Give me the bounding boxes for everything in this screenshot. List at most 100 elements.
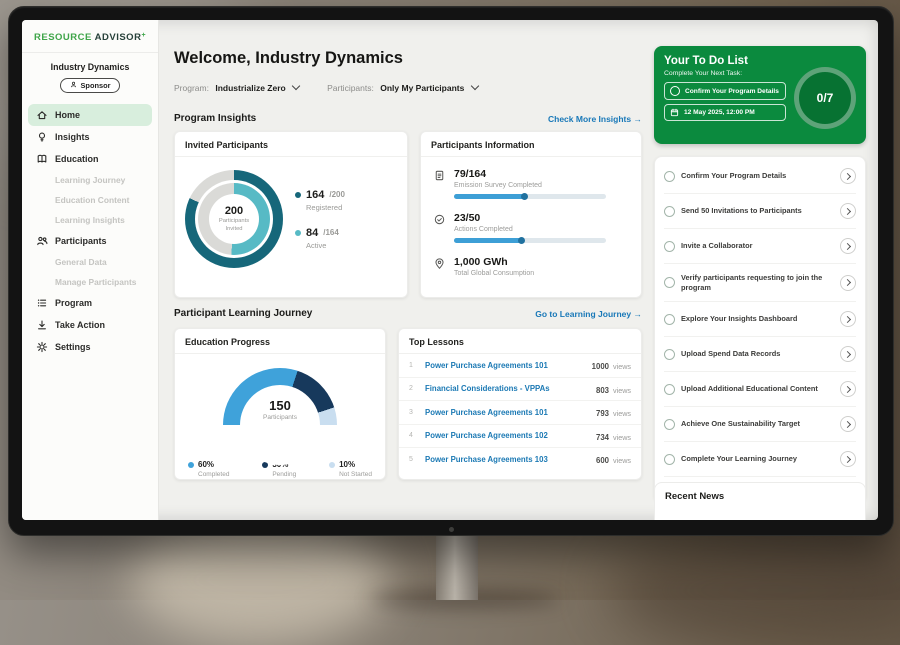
dashboard-screen: RESOURCE ADVISOR+ Industry Dynamics Spon…: [22, 20, 878, 520]
donut-center: 200 Participants Invited: [209, 194, 259, 244]
home-icon: [36, 109, 48, 121]
task-open-button[interactable]: [840, 275, 856, 291]
settings-icon: [36, 341, 48, 353]
todo-progress-text: 0/7: [817, 91, 834, 105]
todo-task-row: Achieve One Sustainability Target: [664, 407, 856, 442]
task-open-button[interactable]: [840, 451, 856, 467]
task-checkbox-icon[interactable]: [664, 314, 675, 325]
stat-actions-completed: 23/50 Actions Completed: [433, 212, 629, 243]
top-lessons-card: Top Lessons 1 Power Purchase Agreements …: [398, 328, 642, 480]
participants-filter[interactable]: Participants: Only My Participants: [327, 83, 478, 93]
task-checkbox-icon[interactable]: [664, 454, 675, 465]
learning-journey-title: Participant Learning Journey: [174, 308, 312, 319]
checkbox-circle-icon[interactable]: [670, 86, 680, 96]
sidebar-item-take-action[interactable]: Take Action: [28, 314, 152, 336]
chevron-right-icon: [844, 172, 851, 179]
task-checkbox-icon[interactable]: [664, 241, 675, 252]
todo-next-task[interactable]: Confirm Your Program Details: [664, 82, 786, 100]
sidebar-subitem-manage-participants[interactable]: Manage Participants: [28, 272, 152, 292]
invited-participants-card: Invited Participants 200 Participants In…: [174, 131, 408, 298]
sidebar-subitem-learning-journey[interactable]: Learning Journey: [28, 170, 152, 190]
progress-bar: [454, 238, 606, 243]
legend-item-registered: 164 /200 Registered: [295, 189, 345, 212]
sidebar-subitem-learning-insights[interactable]: Learning Insights: [28, 210, 152, 230]
sponsor-badge-label: Sponsor: [81, 81, 111, 90]
task-open-button[interactable]: [840, 168, 856, 184]
sidebar-item-participants[interactable]: Participants: [28, 230, 152, 252]
sidebar-subitem-education-content[interactable]: Education Content: [28, 190, 152, 210]
sidebar-item-settings[interactable]: Settings: [28, 336, 152, 358]
todo-title: Your To Do List: [664, 55, 856, 67]
lesson-title-link[interactable]: Power Purchase Agreements 101: [425, 408, 588, 417]
legend-item-completed: 60% Completed: [188, 460, 229, 478]
task-open-button[interactable]: [840, 238, 856, 254]
program-icon: [36, 297, 48, 309]
task-checkbox-icon[interactable]: [664, 206, 675, 217]
sidebar: RESOURCE ADVISOR+ Industry Dynamics Spon…: [22, 20, 159, 520]
monitor-stand: [436, 528, 478, 600]
program-filter-value[interactable]: Industrialize Zero: [215, 83, 285, 93]
program-filter-label: Program:: [174, 83, 209, 93]
task-checkbox-icon[interactable]: [664, 349, 675, 360]
task-checkbox-icon[interactable]: [664, 419, 675, 430]
lesson-title-link[interactable]: Power Purchase Agreements 101: [425, 361, 584, 370]
todo-tasks-card: Confirm Your Program Details Send 50 Inv…: [654, 156, 866, 503]
task-checkbox-icon[interactable]: [664, 171, 675, 182]
task-open-button[interactable]: [840, 311, 856, 327]
chevron-right-icon: [844, 279, 851, 286]
chevron-down-icon: [470, 82, 478, 90]
todo-due-date: 12 May 2025, 12:00 PM: [664, 104, 786, 121]
person-icon: [70, 81, 77, 90]
sidebar-item-insights[interactable]: Insights: [28, 126, 152, 148]
chevron-right-icon: [844, 456, 851, 463]
task-open-button[interactable]: [840, 346, 856, 362]
chevron-right-icon: [844, 386, 851, 393]
lesson-row: 3 Power Purchase Agreements 101 793 view…: [399, 401, 641, 425]
education-icon: [36, 153, 48, 165]
main-content: Welcome, Industry Dynamics Program: Indu…: [174, 20, 642, 520]
education-gauge-zone: 150 Participants: [175, 362, 385, 448]
participants-filter-value[interactable]: Only My Participants: [380, 83, 464, 93]
task-open-button[interactable]: [840, 203, 856, 219]
org-name: Industry Dynamics: [30, 62, 150, 72]
app-logo: RESOURCE ADVISOR+: [22, 20, 158, 53]
chevron-right-icon: [844, 242, 851, 249]
sidebar-nav: Home Insights Education Learning Journey…: [22, 102, 158, 360]
top-lessons-title: Top Lessons: [399, 329, 641, 354]
todo-task-row: Verify participants requesting to join t…: [664, 264, 856, 302]
participants-information-card: Participants Information 79/164 Emission…: [420, 131, 642, 298]
right-panel: Your To Do List Complete Your Next Task:…: [654, 20, 866, 520]
lesson-title-link[interactable]: Power Purchase Agreements 102: [425, 431, 588, 440]
sponsor-badge[interactable]: Sponsor: [60, 78, 121, 93]
calendar-icon: [670, 108, 679, 117]
lesson-title-link[interactable]: Power Purchase Agreements 103: [425, 455, 588, 464]
location-icon: [433, 257, 446, 270]
donut-center-label: Participants Invited: [215, 218, 253, 233]
gauge-center: 150 Participants: [175, 398, 385, 421]
sidebar-subitem-general-data[interactable]: General Data: [28, 252, 152, 272]
lesson-row: 5 Power Purchase Agreements 103 600 view…: [399, 448, 641, 471]
recent-news-title: Recent News: [665, 491, 855, 502]
task-checkbox-icon[interactable]: [664, 384, 675, 395]
lesson-rank: 1: [409, 362, 417, 369]
education-progress-card: Education Progress 150 Participants: [174, 328, 386, 480]
todo-task-row: Upload Spend Data Records: [664, 337, 856, 372]
background-shadow: [610, 535, 900, 645]
invited-card-title: Invited Participants: [175, 132, 407, 157]
sidebar-item-program[interactable]: Program: [28, 292, 152, 314]
task-open-button[interactable]: [840, 416, 856, 432]
sidebar-item-home[interactable]: Home: [28, 104, 152, 126]
sidebar-item-education[interactable]: Education: [28, 148, 152, 170]
lesson-rank: 4: [409, 432, 417, 439]
recent-news-card: Recent News: [654, 482, 866, 520]
task-checkbox-icon[interactable]: [664, 277, 675, 288]
donut-legend: 164 /200 Registered 84 /164 Active: [295, 189, 345, 250]
check-more-insights-link[interactable]: Check More Insights: [548, 114, 642, 124]
task-open-button[interactable]: [840, 381, 856, 397]
legend-dot: [295, 230, 301, 236]
lesson-title-link[interactable]: Financial Considerations - VPPAs: [425, 384, 588, 393]
go-to-learning-journey-link[interactable]: Go to Learning Journey: [535, 309, 642, 319]
chevron-down-icon: [292, 82, 300, 90]
gauge-center-value: 150: [175, 398, 385, 413]
program-filter[interactable]: Program: Industrialize Zero: [174, 83, 299, 93]
